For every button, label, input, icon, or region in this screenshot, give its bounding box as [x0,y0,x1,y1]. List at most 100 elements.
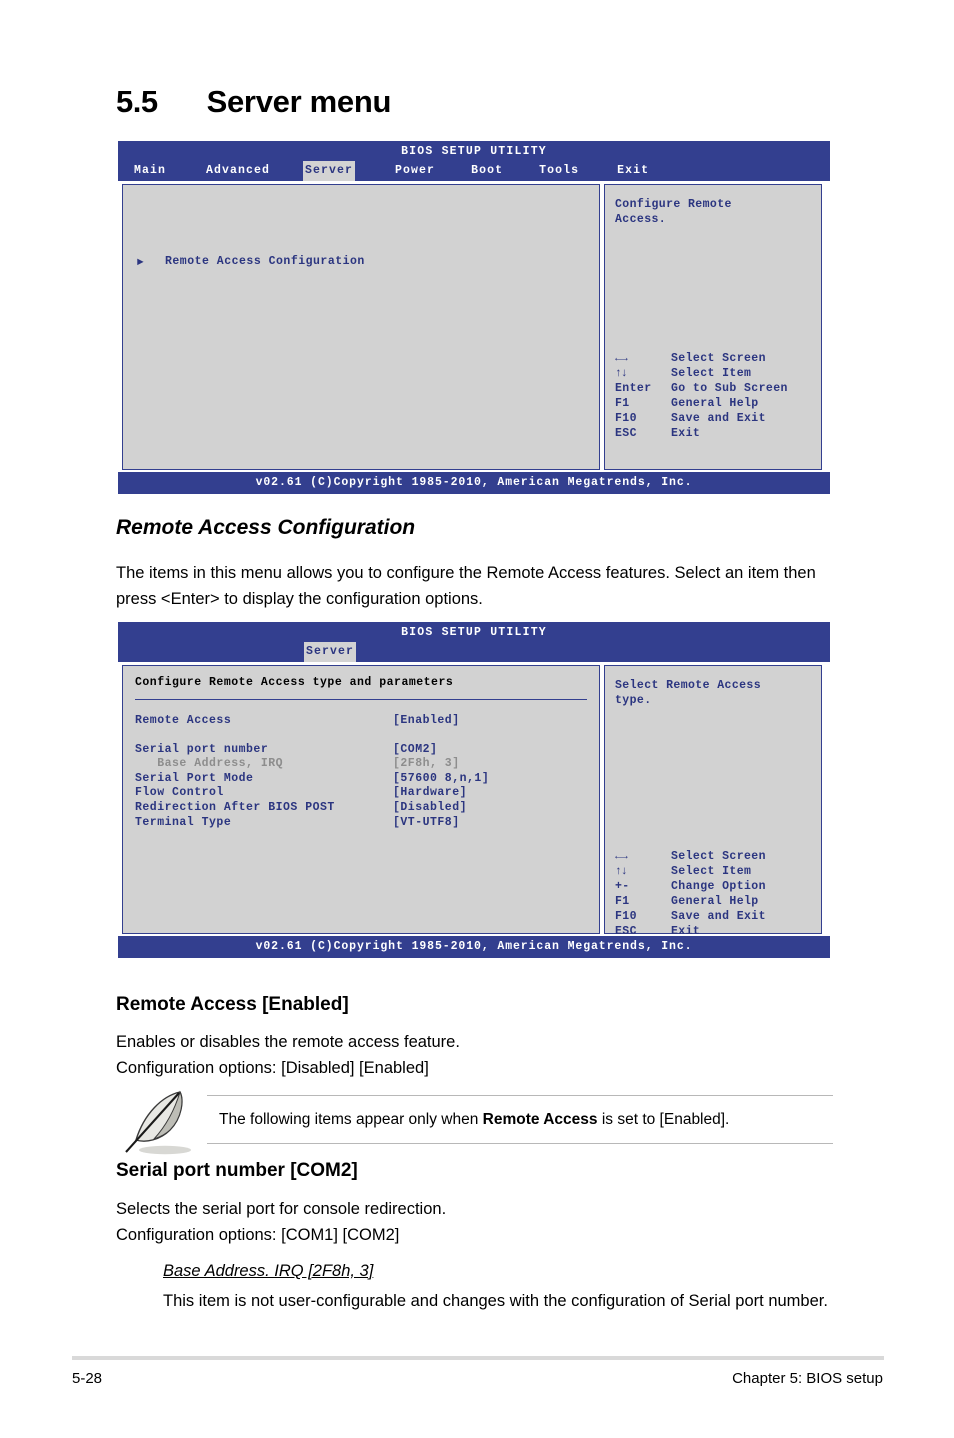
config-row-remote-access[interactable]: Remote Access [Enabled] [135,714,587,729]
tab-boot[interactable]: Boot [469,161,505,181]
legend-row: ESC Exit [615,426,788,441]
bios-screen-remote-access-configuration: BIOS SETUP UTILITY Server Configure Remo… [118,622,830,958]
tab-server[interactable]: Server [303,161,356,181]
legend-key: F10 [615,910,637,923]
legend-action: Select Item [671,367,752,380]
config-row-terminal-type[interactable]: Terminal Type [VT-UTF8] [135,816,587,831]
paragraph-remote-access-line1: Enables or disables the remote access fe… [116,1033,460,1051]
bios-title: BIOS SETUP UTILITY [401,626,547,639]
config-row-serial-port-mode[interactable]: Serial Port Mode [57600 8,n,1] [135,772,587,787]
tab-advanced[interactable]: Advanced [204,161,272,181]
legend-action: General Help [671,895,759,908]
config-label: Base Address, IRQ [135,757,284,771]
legend-action: Exit [671,427,701,440]
legend-key: ↑↓ [615,367,628,380]
legend-key: ←→ [615,352,628,365]
config-value: [57600 8,n,1] [393,771,490,785]
bios-header-bar: BIOS SETUP UTILITY Server [118,622,830,662]
legend-action: Select Screen [671,352,766,365]
legend-row: Enter Go to Sub Screen [615,381,788,396]
legend-action: General Help [671,397,759,410]
legend-key: F10 [615,412,637,425]
tab-server[interactable]: Server [304,642,357,662]
heading-serial-port-number: Serial port number [COM2] [116,1160,358,1181]
legend-row: ↑↓ Select Item [615,366,788,381]
divider [135,699,587,700]
config-label: Serial Port Mode [135,771,254,785]
help-text: Select Remote Access type. [615,679,762,707]
legend-key: F1 [615,397,630,410]
legend-row: F10 Save and Exit [615,909,766,924]
legend-key: ESC [615,925,637,938]
legend-key: F1 [615,895,630,908]
paragraph-base-address-irq: This item is not user-configurable and c… [163,1292,828,1310]
paragraph-remote-access-line2: Configuration options: [Disabled] [Enabl… [116,1059,429,1077]
config-value: [Disabled] [393,800,468,814]
legend-action: Go to Sub Screen [671,382,788,395]
legend-row: F1 General Help [615,894,766,909]
paragraph-serial-port-line1: Selects the serial port for console redi… [116,1200,447,1218]
note-text: The following items appear only when Rem… [207,1096,833,1143]
note-box: The following items appear only when Rem… [207,1095,833,1144]
legend-key: Enter [615,382,652,395]
bios-body: Configure Remote Access type and paramet… [118,662,830,938]
bios-help-panel: Configure Remote Access. ←→ Select Screen… [604,184,822,470]
menu-item-remote-access-configuration[interactable]: Remote Access Configuration [165,255,365,268]
footer-rule [72,1356,884,1360]
config-row-flow-control[interactable]: Flow Control [Hardware] [135,786,587,801]
tab-main[interactable]: Main [132,161,168,181]
bios-tab-bar: Server [118,639,830,662]
tab-tools[interactable]: Tools [537,161,581,181]
chapter-label: Chapter 5: BIOS setup [732,1370,883,1387]
config-row-redirection-after-bios-post[interactable]: Redirection After BIOS POST [Disabled] [135,801,587,816]
tab-exit[interactable]: Exit [615,161,651,181]
note-text-before: The following items appear only when [219,1111,483,1128]
help-text: Configure Remote Access. [615,198,732,226]
legend-row: ESC Exit [615,924,766,939]
section-heading: 5.5 Server menu [116,84,391,120]
legend-key: +- [615,880,630,893]
config-value: [Enabled] [393,714,460,727]
legend-row: ←→ Select Screen [615,351,788,366]
legend-action: Select Screen [671,850,766,863]
bios-main-panel: Configure Remote Access type and paramet… [122,665,600,934]
config-label: Terminal Type [135,815,232,829]
config-section-title: Configure Remote Access type and paramet… [135,676,454,689]
legend-key: ESC [615,427,637,440]
submenu-arrow-icon: ► [137,257,144,269]
legend-row: ←→ Select Screen [615,849,766,864]
quill-pen-icon [122,1086,202,1166]
note-text-bold: Remote Access [482,1111,598,1128]
config-value: [VT-UTF8] [393,815,460,829]
legend-row: +- Change Option [615,879,766,894]
config-label: Remote Access [135,714,232,727]
legend-action: Select Item [671,865,752,878]
bios-body: ► Remote Access Configuration Configure … [118,181,830,472]
note-text-after: is set to [Enabled]. [597,1111,730,1128]
config-value: [Hardware] [393,786,468,800]
bios-key-legend: ←→ Select Screen ↑↓ Select Item Enter Go to… [615,351,788,441]
config-value: [2F8h, 3] [393,757,460,771]
legend-row: ↑↓ Select Item [615,864,766,879]
bios-help-panel: Select Remote Access type. ←→ Select Scre… [604,665,822,938]
heading-remote-access-enabled: Remote Access [Enabled] [116,994,349,1015]
bios-screen-server-menu: BIOS SETUP UTILITY Main Advanced Server … [118,141,830,494]
legend-action: Exit [671,925,701,938]
legend-row: F1 General Help [615,396,788,411]
legend-key: ↑↓ [615,865,628,878]
bios-tab-bar: Main Advanced Server Power Boot Tools Ex… [118,158,830,181]
sub-heading-base-address-irq: Base Address. IRQ [2F8h, 3] [163,1262,374,1280]
tab-power[interactable]: Power [393,161,437,181]
config-row-serial-port-number[interactable]: Serial port number [COM2] [135,743,587,758]
document-page: 5.5 Server menu BIOS SETUP UTILITY Main … [0,0,954,1438]
paragraph-serial-port-line2: Configuration options: [COM1] [COM2] [116,1226,400,1244]
config-label: Flow Control [135,786,224,800]
section-number: 5.5 [116,84,158,119]
heading-remote-access-configuration: Remote Access Configuration [116,516,416,539]
legend-action: Save and Exit [671,910,766,923]
bios-header-bar: BIOS SETUP UTILITY Main Advanced Server … [118,141,830,181]
bios-copyright-footer: v02.61 (C)Copyright 1985-2010, American … [118,472,830,494]
bios-main-panel: ► Remote Access Configuration [122,184,600,470]
config-row-base-address-irq: Base Address, IRQ [2F8h, 3] [135,757,587,772]
